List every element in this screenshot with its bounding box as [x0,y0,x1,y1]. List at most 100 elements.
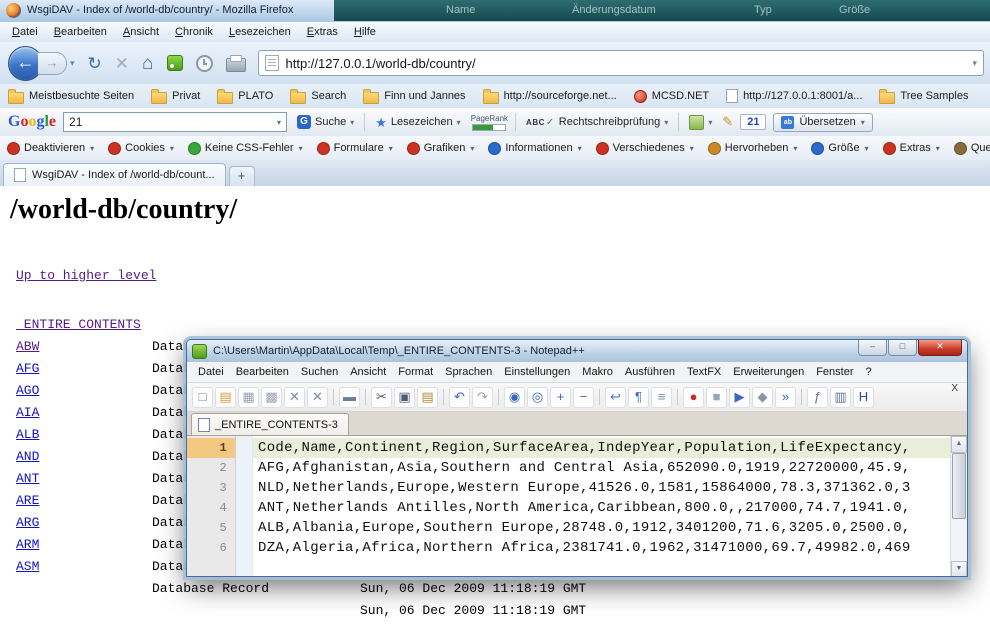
menu-item[interactable]: TextFX [681,364,727,380]
vertical-scrollbar[interactable]: ▲ ▼ [950,436,967,577]
function-list-icon[interactable]: ƒ [807,387,828,408]
notepadpp-titlebar[interactable]: C:\Users\Martin\AppData\Local\Temp\_ENTI… [187,340,967,362]
bookmark-item[interactable]: http://127.0.0.1:8001/a... [726,89,862,103]
print-icon[interactable]: ▬ [339,387,360,408]
save-all-icon[interactable]: ▩ [261,387,282,408]
menu-item[interactable]: Chronik [167,24,221,40]
toolbar-separator[interactable] [498,389,499,405]
webdev-item[interactable]: Größe [811,142,868,155]
google-search-button[interactable]: G Suche ▾ [294,113,357,131]
menu-item[interactable]: Bearbeiten [230,364,295,380]
undo-icon[interactable]: ↶ [449,387,470,408]
menu-item[interactable]: Hilfe [346,24,384,40]
bookmark-margin[interactable] [235,438,253,458]
url-bar[interactable]: http://127.0.0.1/world-db/country/ ▾ [258,50,984,76]
pagerank-widget[interactable]: PageRank [471,114,508,131]
spellcheck-button[interactable]: ABC Rechtschreibprüfung ▾ [523,114,671,130]
menu-item[interactable]: Extras [299,24,346,40]
close-button[interactable]: ✕ [918,340,962,356]
webdev-item[interactable]: Deaktivieren [7,142,94,155]
bookmark-item[interactable]: PLATO [217,89,273,104]
toolbar-separator[interactable] [801,389,802,405]
reload-button[interactable]: ↻ [88,55,102,72]
line-text[interactable]: AFG,Afghanistan,Asia,Southern and Centra… [253,458,967,478]
bookmark-item[interactable]: Meistbesuchte Seiten [8,89,134,104]
bookmark-margin[interactable] [235,518,253,538]
line-text[interactable]: NLD,Netherlands,Europe,Western Europe,41… [253,478,967,498]
document-tab[interactable]: _ENTIRE_CONTENTS-3 [191,413,349,435]
bookmark-item[interactable]: Finn und Jannes [363,89,465,104]
stop-macro-icon[interactable]: ■ [706,387,727,408]
bookmark-item[interactable]: Privat [151,89,200,104]
menu-item[interactable]: Erweiterungen [727,364,810,380]
line-text[interactable]: ANT,Netherlands Antilles,North America,C… [253,498,967,518]
webdev-item[interactable]: Keine CSS-Fehler [188,142,303,155]
play-macro-icon[interactable]: ▶ [729,387,750,408]
indent-guide-icon[interactable]: ≡ [651,387,672,408]
menu-item[interactable]: Bearbeiten [46,24,115,40]
menu-item[interactable]: Fenster [810,364,859,380]
url-dropdown-icon[interactable]: ▾ [964,58,977,69]
bookmark-margin[interactable] [235,498,253,518]
webdev-item[interactable]: Extras [883,142,940,155]
line-text[interactable]: Code,Name,Continent,Region,SurfaceArea,I… [253,438,967,458]
bookmark-margin[interactable] [235,478,253,498]
bookmark-item[interactable]: http://sourceforge.net... [483,89,617,104]
menu-item[interactable]: Ansicht [344,364,392,380]
save-icon[interactable]: ▦ [238,387,259,408]
webdev-item[interactable]: Formulare [317,142,393,155]
home-button[interactable]: ⌂ [142,55,153,72]
menu-item[interactable]: Sprachen [439,364,498,380]
redo-icon[interactable]: ↷ [472,387,493,408]
toolbar-separator[interactable] [365,389,366,405]
textfx-icon[interactable]: H [853,387,874,408]
up-to-higher-level-link[interactable]: Up to higher level [16,268,156,283]
zoom-in-icon[interactable]: + [550,387,571,408]
menu-item[interactable]: Format [392,364,439,380]
word-wrap-icon[interactable]: ↩ [605,387,626,408]
record-macro-icon[interactable]: ● [683,387,704,408]
menu-item[interactable]: Datei [4,24,46,40]
copy-icon[interactable]: ▣ [394,387,415,408]
scrollbar-thumb[interactable] [952,453,966,519]
line-text[interactable]: DZA,Algeria,Africa,Northern Africa,23817… [253,538,967,558]
forward-button[interactable]: → [38,52,67,75]
cut-icon[interactable]: ✂ [371,387,392,408]
webdev-item[interactable]: Quelltext [954,142,990,155]
menu-item[interactable]: Lesezeichen [221,24,299,40]
new-tab-button[interactable]: + [229,166,255,186]
zoom-out-icon[interactable]: − [573,387,594,408]
highlighter-icon[interactable]: ✎ [722,114,733,130]
editor-area[interactable]: 1 Code,Name,Continent,Region,SurfaceArea… [187,436,967,577]
minimize-button[interactable]: – [858,340,887,356]
history-clock-icon[interactable] [196,55,213,72]
save-macro-icon[interactable]: ◆ [752,387,773,408]
search-history-dropdown-icon[interactable]: ▾ [277,118,281,127]
find-word-button[interactable]: 21 [740,114,766,130]
bookmark-item[interactable]: Tree Samples [879,89,968,104]
webdev-item[interactable]: Hervorheben [708,142,798,155]
autofill-button[interactable]: ▾ [686,113,715,132]
toolbar-separator[interactable] [333,389,334,405]
document-map-icon[interactable]: ▥ [830,387,851,408]
google-search-value[interactable]: 21 [69,115,277,129]
history-dropdown-icon[interactable]: ▾ [70,58,75,69]
bookmark-item[interactable]: MCSD.NET [634,90,709,103]
bookmark-margin[interactable] [235,458,253,478]
line-text[interactable]: ALB,Albania,Europe,Southern Europe,28748… [253,518,967,538]
close-file-icon[interactable]: ✕ [284,387,305,408]
bookmark-margin[interactable] [235,538,253,558]
run-macro-multiple-icon[interactable]: » [775,387,796,408]
google-bookmarks-button[interactable]: ★ Lesezeichen ▾ [372,114,463,131]
webdev-item[interactable]: Verschiedenes [596,142,694,155]
webdev-item[interactable]: Cookies [108,142,174,155]
menu-item[interactable]: Ansicht [115,24,167,40]
stop-button[interactable]: ✕ [115,55,129,72]
new-file-icon[interactable]: □ [192,387,213,408]
menu-item[interactable]: Einstellungen [498,364,576,380]
bookmark-item[interactable]: Search [290,89,346,104]
menu-item[interactable]: Suchen [295,364,344,380]
entry-link[interactable]: ASM [16,556,39,578]
scroll-up-icon[interactable]: ▲ [951,436,967,453]
toolbar-separator[interactable] [443,389,444,405]
